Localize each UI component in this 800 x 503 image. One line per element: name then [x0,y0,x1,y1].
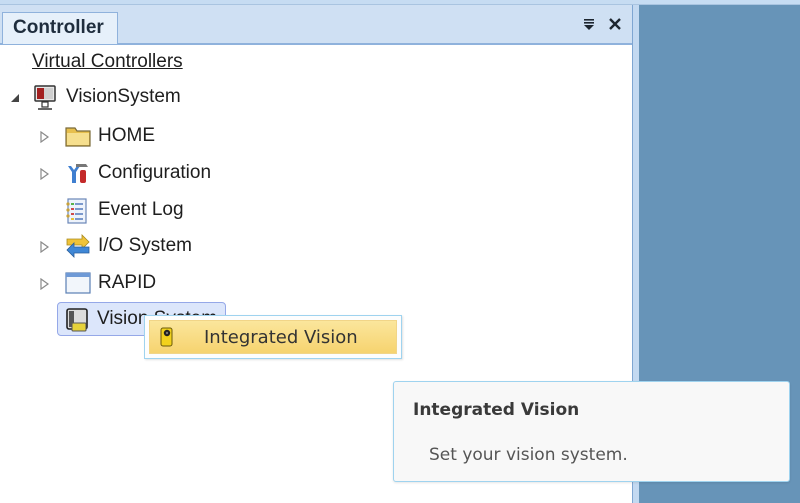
tree-node-label: VisionSystem [66,86,181,107]
vision-camera-icon [63,306,89,332]
tooltip: Integrated Vision Set your vision system… [393,381,790,482]
io-arrows-icon [64,233,90,259]
tree-node-label: Event Log [98,199,184,220]
expand-arrow-icon[interactable] [39,240,51,254]
menu-item-label: Integrated Vision [204,326,358,348]
controller-computer-icon [32,84,58,110]
vision-sensor-icon [159,326,175,353]
tooltip-description: Set your vision system. [429,445,628,465]
tree-node-event-log[interactable]: Event Log [64,194,184,226]
virtual-controllers-link[interactable]: Virtual Controllers [32,51,183,73]
tree-node-label: RAPID [98,272,157,293]
folder-icon [64,123,91,149]
menu-item-integrated-vision[interactable]: Integrated Vision [149,320,397,354]
tree-node-visionsystem[interactable]: VisionSystem [32,81,181,113]
tree-node-label: HOME [98,125,155,146]
tree-node-home[interactable]: HOME [64,120,155,152]
expand-arrow-icon[interactable] [39,277,51,291]
tree-node-io-system[interactable]: I/O System [64,230,192,262]
panel-header: Controller [0,5,632,45]
tree-node-configuration[interactable]: Configuration [64,157,211,189]
tab-controller[interactable]: Controller [2,12,118,44]
dropdown-pin-icon[interactable] [582,16,596,36]
tree-node-label: Configuration [98,162,212,183]
tree-node-rapid[interactable]: RAPID [64,267,156,299]
context-menu: Integrated Vision [144,315,402,359]
collapse-arrow-icon[interactable] [9,91,21,105]
expand-arrow-icon[interactable] [39,130,51,144]
tooltip-title: Integrated Vision [413,400,580,420]
configuration-tools-icon [64,160,90,186]
rapid-window-icon [64,270,91,296]
tree-node-label: I/O System [98,235,192,256]
event-log-icon [64,197,90,224]
close-icon[interactable] [608,15,622,37]
expand-arrow-icon[interactable] [39,167,51,181]
